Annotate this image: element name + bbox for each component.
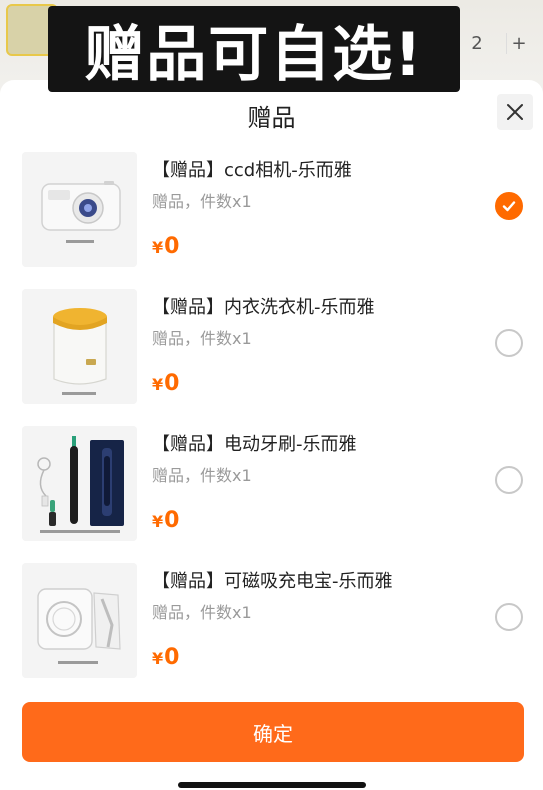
gift-thumbnail	[22, 426, 137, 541]
gift-thumbnail	[22, 563, 137, 678]
powerbank-icon	[22, 563, 137, 678]
gift-list: 【赠品】ccd相机-乐而雅 赠品，件数x1 ¥0 【赠品】内衣洗衣机-乐而雅 赠…	[0, 150, 543, 698]
quantity-plus-button[interactable]: +	[506, 32, 531, 54]
gift-bottom-sheet: 赠品 【赠品】ccd相机-乐而雅 赠品，件数x1 ¥0 【赠品】内衣洗衣机-乐而…	[0, 80, 543, 790]
gift-name: 【赠品】电动牙刷-乐而雅	[152, 434, 357, 455]
gift-price: ¥0	[152, 234, 179, 259]
toothbrush-icon	[22, 426, 137, 541]
price-amount: 0	[164, 371, 180, 396]
price-amount: 0	[164, 645, 180, 670]
close-button[interactable]	[497, 94, 533, 130]
gift-subtitle: 赠品，件数x1	[152, 603, 252, 622]
overlay-caption: 赠品可自选!	[48, 6, 460, 92]
gift-price: ¥0	[152, 371, 179, 396]
gift-subtitle: 赠品，件数x1	[152, 466, 252, 485]
confirm-button[interactable]: 确定	[22, 702, 524, 762]
home-indicator[interactable]	[178, 782, 366, 788]
gift-subtitle: 赠品，件数x1	[152, 192, 252, 211]
price-currency: ¥	[152, 512, 164, 531]
close-icon	[507, 104, 523, 120]
gift-select-radio[interactable]	[495, 466, 523, 494]
gift-thumbnail	[22, 152, 137, 267]
washer-icon	[22, 289, 137, 404]
price-currency: ¥	[152, 375, 164, 394]
gift-select-radio[interactable]	[495, 192, 523, 220]
price-currency: ¥	[152, 238, 164, 257]
checkmark-icon	[502, 201, 516, 212]
gift-select-radio[interactable]	[495, 329, 523, 357]
gift-price: ¥0	[152, 508, 179, 533]
gift-name: 【赠品】可磁吸充电宝-乐而雅	[152, 571, 393, 592]
gift-item-camera[interactable]: 【赠品】ccd相机-乐而雅 赠品，件数x1 ¥0	[0, 150, 543, 287]
gift-item-washer[interactable]: 【赠品】内衣洗衣机-乐而雅 赠品，件数x1 ¥0	[0, 287, 543, 424]
gift-select-radio[interactable]	[495, 603, 523, 631]
gift-name: 【赠品】内衣洗衣机-乐而雅	[152, 297, 375, 318]
price-amount: 0	[164, 234, 180, 259]
sheet-title: 赠品	[247, 104, 296, 132]
gift-item-powerbank[interactable]: 【赠品】可磁吸充电宝-乐而雅 赠品，件数x1 ¥0	[0, 561, 543, 698]
camera-icon	[22, 152, 137, 267]
gift-subtitle: 赠品，件数x1	[152, 329, 252, 348]
gift-name: 【赠品】ccd相机-乐而雅	[152, 160, 352, 181]
gift-price: ¥0	[152, 645, 179, 670]
gift-item-toothbrush[interactable]: 【赠品】电动牙刷-乐而雅 赠品，件数x1 ¥0	[0, 424, 543, 561]
gift-thumbnail	[22, 289, 137, 404]
background-quantity-stepper: 2 +	[465, 24, 531, 62]
quantity-value: 2	[471, 32, 483, 54]
price-amount: 0	[164, 508, 180, 533]
price-currency: ¥	[152, 649, 164, 668]
